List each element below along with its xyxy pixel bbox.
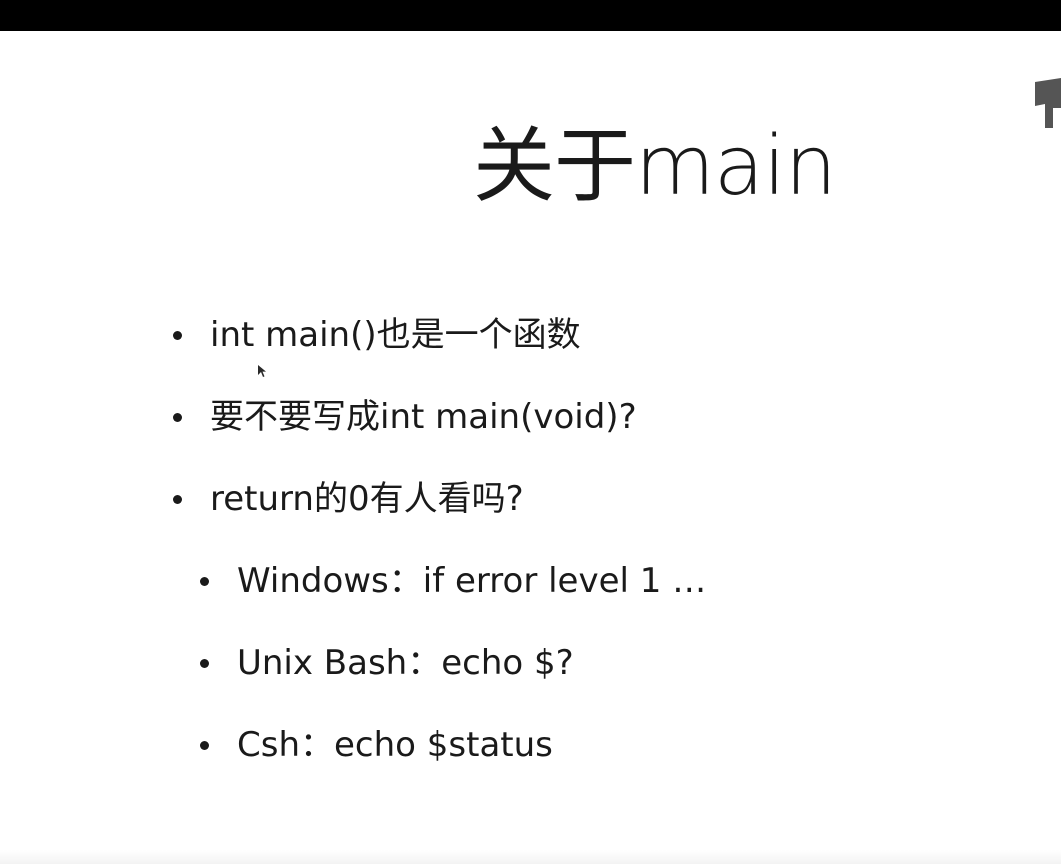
bullet-dot-icon xyxy=(173,331,182,340)
bullet-text: 要不要写成int main(void)? xyxy=(210,397,637,437)
bullet-dot-icon xyxy=(200,659,209,668)
mouse-pointer-icon xyxy=(258,365,266,377)
bottom-edge xyxy=(0,850,1061,864)
bullet-text: Windows：if error level 1 … xyxy=(237,561,707,601)
slide: 关于main int main()也是一个函数 要不要写成int main(vo… xyxy=(0,0,1061,864)
bullet-list: int main()也是一个函数 要不要写成int main(void)? re… xyxy=(0,0,1061,864)
bullet-text: int main()也是一个函数 xyxy=(210,315,581,355)
bullet-dot-icon xyxy=(173,495,182,504)
bullet-text: Csh：echo $status xyxy=(237,725,553,765)
bullet-text: return的0有人看吗? xyxy=(210,479,524,519)
bullet-text: Unix Bash：echo $? xyxy=(237,643,574,683)
bullet-dot-icon xyxy=(200,577,209,586)
bullet-dot-icon xyxy=(173,413,182,422)
bullet-dot-icon xyxy=(200,741,209,750)
